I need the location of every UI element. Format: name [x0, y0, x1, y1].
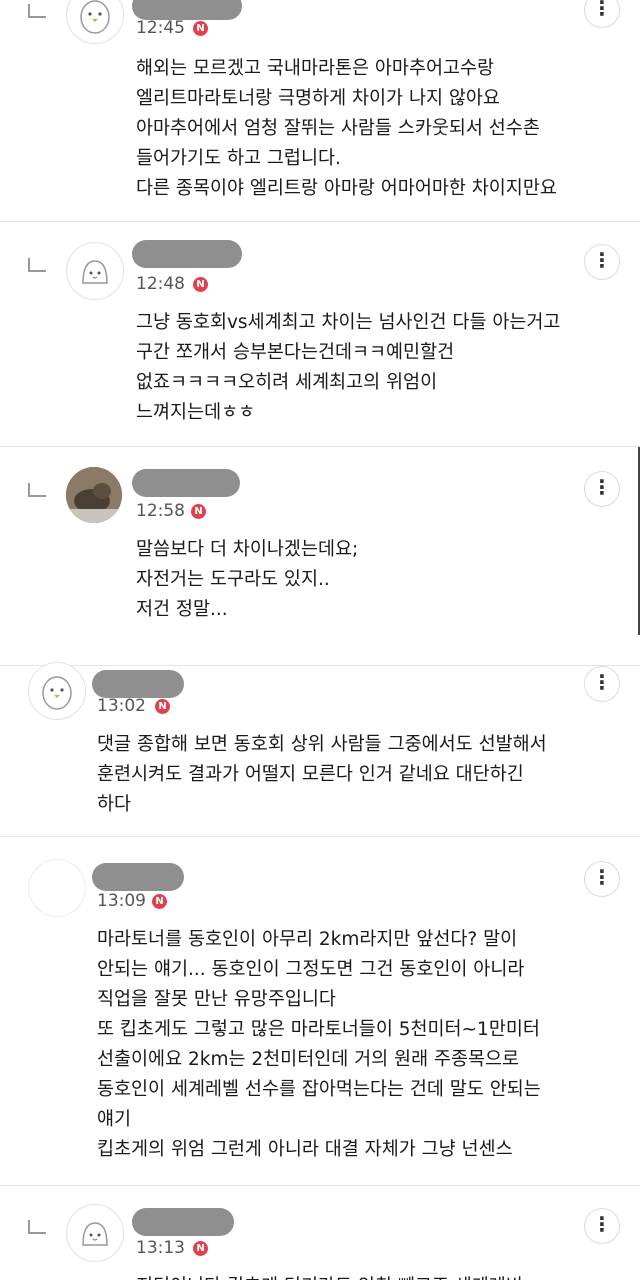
- comment-line: 아마추어에서 엄청 잘뛰는 사람들 스카웃되서 선수촌: [136, 118, 540, 139]
- comment-time: 12:58: [136, 501, 185, 521]
- comment-line: 다른 종목이야 엘리트랑 아마랑 어마어마한 차이지만요: [136, 178, 557, 199]
- reply-arrow-icon: [28, 4, 46, 18]
- author-name-blurred[interactable]: [92, 863, 184, 891]
- comment-time: 13:02: [97, 696, 146, 716]
- more-options-button[interactable]: ⋮: [584, 666, 620, 702]
- blob-avatar-icon[interactable]: [66, 242, 124, 300]
- comment-line: 없죠ㅋㅋㅋㅋ오히려 세계최고의 위엄이: [136, 372, 438, 393]
- comment-line: 얘기: [97, 1109, 132, 1130]
- comment-line: 댓글 종합해 보면 동호회 상위 사람들 그중에서도 선발해서: [97, 734, 547, 755]
- comment-line: 해외는 모르겠고 국내마라톤은 아마추어고수랑: [136, 58, 495, 79]
- comment-line: 저건 정말...: [136, 599, 228, 620]
- comment-time: 13:09: [97, 891, 146, 911]
- comment-body: 그냥 동호회vs세계최고 차이는 넘사인건 다들 아는거고 구간 쪼개서 승부본…: [136, 308, 560, 428]
- new-badge-icon: N: [193, 277, 208, 292]
- more-options-button[interactable]: ⋮: [584, 1208, 620, 1244]
- author-name-blurred[interactable]: [92, 670, 184, 698]
- author-name-blurred[interactable]: [132, 1208, 234, 1236]
- penguin-avatar-icon[interactable]: [66, 0, 124, 44]
- blob-avatar-icon[interactable]: [66, 1204, 124, 1262]
- comment-time: 13:13: [136, 1238, 185, 1258]
- comment-line: 들어가기도 하고 그럽니다.: [136, 148, 341, 169]
- comment: 12:58 N ⋮ 말씀보다 더 차이나겠는데요; 자전거는 도구라도 있지..…: [0, 447, 640, 635]
- comment-line: 킵초게의 위엄 그런게 아니라 대결 자체가 그냥 넌센스: [97, 1139, 513, 1160]
- comment-line: 자전거는 도구라도 있지..: [136, 569, 330, 590]
- comment-line: 그냥 동호회vs세계최고 차이는 넘사인건 다들 아는거고: [136, 312, 561, 333]
- comment-line: 느껴지는데ㅎㅎ: [136, 402, 256, 423]
- comment-line: 말씀보다 더 차이나겠는데요;: [136, 539, 359, 560]
- cat-photo-avatar[interactable]: [66, 467, 122, 523]
- comment: 12:48 N ⋮ 그냥 동호회vs세계최고 차이는 넘사인건 다들 아는거고 …: [0, 222, 640, 446]
- comment: 13:02 N ⋮ 댓글 종합해 보면 동호회 상위 사람들 그중에서도 선발해…: [0, 662, 640, 836]
- new-badge-icon: N: [191, 504, 206, 519]
- comment-line: 동호인이 세계레벨 선수를 잡아먹는다는 건데 말도 안되는: [97, 1079, 541, 1100]
- comment-line: 하다: [97, 794, 132, 815]
- new-badge-icon: N: [152, 894, 167, 909]
- reply-arrow-icon: [28, 258, 46, 272]
- comment-line: 엘리트마라토너랑 극명하게 차이가 나지 않아요: [136, 88, 500, 109]
- new-badge-icon: N: [193, 21, 208, 36]
- more-options-button[interactable]: ⋮: [584, 0, 620, 28]
- comment-line: 안되는 얘기... 동호인이 그정도면 그건 동호인이 아니라: [97, 959, 525, 980]
- more-options-button[interactable]: ⋮: [584, 861, 620, 897]
- comment: 13:13 N ⋮ 지던이니다 킵초게 던기라도 인취 빼고죠 세계레비: [0, 1186, 640, 1280]
- comment-body: 해외는 모르겠고 국내마라톤은 아마추어고수랑 엘리트마라토너랑 극명하게 차이…: [136, 54, 557, 204]
- new-badge-icon: N: [193, 1241, 208, 1256]
- empty-avatar[interactable]: [28, 859, 86, 917]
- reply-arrow-icon: [28, 483, 46, 497]
- comment-body: 지던이니다 킵초게 던기라도 인취 빼고죠 세계레비: [136, 1272, 523, 1280]
- comment-time: 12:48: [136, 274, 185, 294]
- comment: 12:45 N ⋮ 해외는 모르겠고 국내마라톤은 아마추어고수랑 엘리트마라토…: [0, 0, 640, 220]
- comment-body: 말씀보다 더 차이나겠는데요; 자전거는 도구라도 있지.. 저건 정말...: [136, 535, 358, 625]
- author-name-blurred[interactable]: [132, 469, 240, 497]
- comment-line: 훈련시켜도 결과가 어떨지 모른다 인거 같네요 대단하긴: [97, 764, 524, 785]
- more-options-button[interactable]: ⋮: [584, 244, 620, 280]
- comment-line: 직업을 잘못 만난 유망주입니다: [97, 989, 336, 1010]
- author-name-blurred[interactable]: [132, 240, 242, 268]
- comment-line: 구간 쪼개서 승부본다는건데ㅋㅋ예민할건: [136, 342, 455, 363]
- comment-line: 선출이에요 2km는 2천미터인데 거의 원래 주종목으로: [97, 1049, 520, 1070]
- new-badge-icon: N: [155, 699, 170, 714]
- comment-line: 또 킵초게도 그렇고 많은 마라토너들이 5천미터~1만미터: [97, 1019, 540, 1040]
- penguin-avatar-icon[interactable]: [28, 662, 86, 720]
- comment-line: 지던이니다 킵초게 던기라도 인취 빼고죠 세계레비: [136, 1272, 523, 1280]
- comment-body: 댓글 종합해 보면 동호회 상위 사람들 그중에서도 선발해서 훈련시켜도 결과…: [97, 730, 547, 820]
- author-name-blurred[interactable]: [132, 0, 242, 20]
- comment-line: 마라토너를 동호인이 아무리 2km라지만 앞선다? 말이: [97, 929, 518, 950]
- comment-body: 마라토너를 동호인이 아무리 2km라지만 앞선다? 말이 안되는 얘기... …: [97, 925, 541, 1165]
- reply-arrow-icon: [28, 1220, 46, 1234]
- comment: 13:09 N ⋮ 마라토너를 동호인이 아무리 2km라지만 앞선다? 말이 …: [0, 837, 640, 1185]
- comment-time: 12:45: [136, 18, 185, 38]
- more-options-button[interactable]: ⋮: [584, 471, 620, 507]
